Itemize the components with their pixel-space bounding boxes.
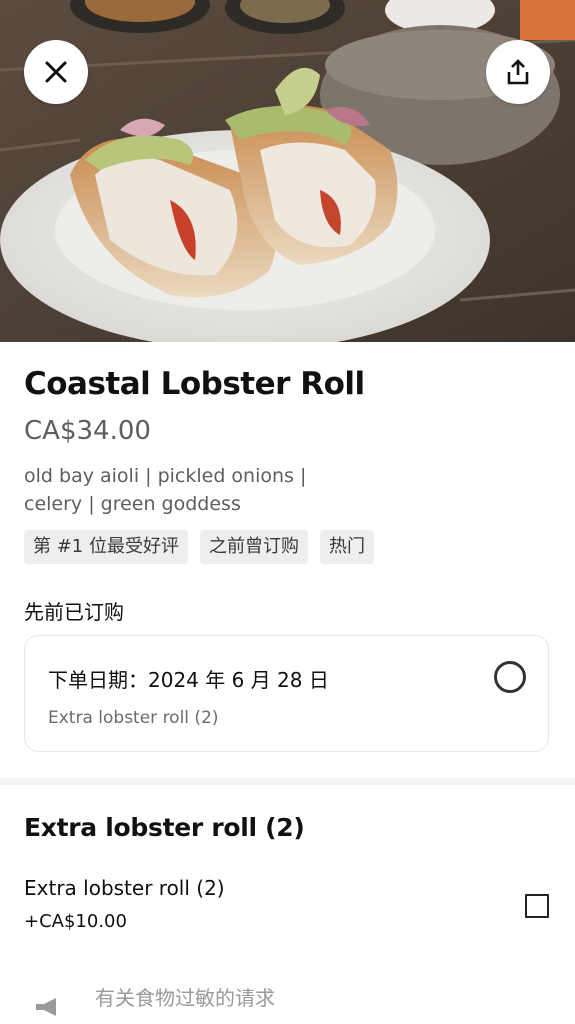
- option-price: +CA$10.00: [24, 911, 127, 932]
- option-group-title: Extra lobster roll (2): [24, 813, 305, 842]
- previous-order-card[interactable]: 下单日期：2024 年 6 月 28 日 Extra lobster roll …: [24, 635, 549, 752]
- food-photo: [0, 0, 575, 342]
- badge-top-rated: 第 #1 位最受好评: [24, 530, 188, 564]
- close-icon: [45, 61, 67, 83]
- order-radio[interactable]: [494, 661, 526, 693]
- option-label: Extra lobster roll (2): [24, 876, 225, 900]
- badge-list: 第 #1 位最受好评 之前曾订购 热门: [24, 530, 374, 564]
- megaphone-icon: [36, 998, 56, 1016]
- item-title: Coastal Lobster Roll: [24, 366, 365, 402]
- share-icon: [507, 59, 529, 85]
- hero-image: [0, 0, 575, 342]
- section-divider: [0, 778, 575, 785]
- previous-orders-heading: 先前已订购: [24, 600, 124, 624]
- item-description: old bay aioli | pickled onions | celery …: [24, 465, 307, 515]
- badge-ordered-before: 之前曾订购: [199, 530, 308, 564]
- option-checkbox[interactable]: [525, 894, 549, 918]
- order-items: Extra lobster roll (2): [48, 708, 219, 728]
- allergy-request-link[interactable]: 有关食物过敏的请求: [95, 982, 275, 1011]
- close-button[interactable]: [24, 40, 88, 104]
- item-price: CA$34.00: [24, 416, 151, 446]
- badge-popular: 热门: [319, 530, 374, 564]
- share-button[interactable]: [486, 40, 550, 104]
- order-date: 下单日期：2024 年 6 月 28 日: [48, 668, 329, 692]
